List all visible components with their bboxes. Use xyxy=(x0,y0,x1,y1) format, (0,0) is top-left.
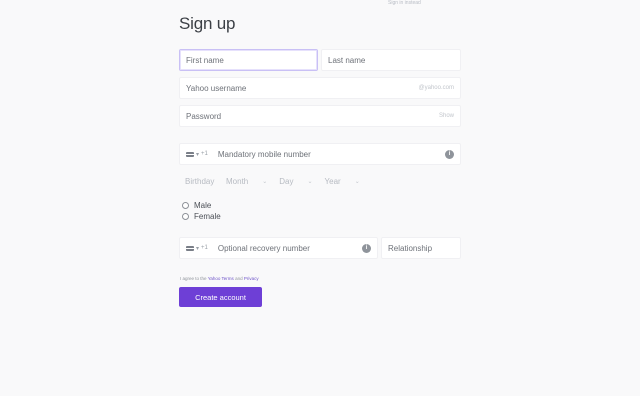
chevron-down-icon: ⌄ xyxy=(354,178,360,185)
country-code-selector[interactable]: ▾ +1 xyxy=(186,151,208,158)
terms-link[interactable]: Yahoo Terms xyxy=(208,276,234,281)
month-label: Month xyxy=(226,176,249,186)
recovery-country-code: +1 xyxy=(201,245,208,251)
recovery-number-placeholder: Optional recovery number xyxy=(217,243,310,253)
page-title: Sign up xyxy=(179,14,236,33)
birthday-row: Birthday Month ⌄ Day ⌄ Year ⌄ xyxy=(179,171,372,191)
terms-agreement: I agree to the Yahoo Terms and Privacy xyxy=(180,276,259,281)
agree-and: and xyxy=(235,276,243,281)
male-radio[interactable] xyxy=(182,202,189,209)
birthday-month-select[interactable]: Month ⌄ xyxy=(226,177,267,186)
password-placeholder: Password xyxy=(186,111,222,121)
chevron-down-icon: ⌄ xyxy=(262,178,268,185)
birthday-year-select[interactable]: Year ⌄ xyxy=(325,177,360,186)
info-icon[interactable]: i xyxy=(445,149,454,159)
relationship-field[interactable]: Relationship xyxy=(381,237,461,259)
last-name-field[interactable]: Last name xyxy=(321,49,461,71)
agree-prefix: I agree to the xyxy=(180,276,207,281)
relationship-placeholder: Relationship xyxy=(388,243,433,253)
flag-icon xyxy=(186,245,194,251)
username-placeholder: Yahoo username xyxy=(186,83,247,93)
chevron-down-icon: ▾ xyxy=(196,151,200,158)
female-label: Female xyxy=(194,212,221,221)
signup-page: Sign in instead Sign up First name Last … xyxy=(0,0,640,396)
mobile-number-placeholder: Mandatory mobile number xyxy=(217,149,311,159)
gender-male-option[interactable]: Male xyxy=(182,201,211,210)
recovery-number-field[interactable]: ▾ +1 Optional recovery number i xyxy=(179,237,378,259)
show-password-toggle[interactable]: Show xyxy=(439,113,454,119)
male-label: Male xyxy=(194,201,212,210)
sign-in-link[interactable]: Sign in instead xyxy=(388,0,462,6)
info-icon[interactable]: i xyxy=(362,243,371,253)
username-domain-suffix: @yahoo.com xyxy=(418,85,454,91)
mobile-country-code: +1 xyxy=(201,151,208,157)
first-name-field[interactable]: First name xyxy=(179,49,318,71)
female-radio[interactable] xyxy=(182,213,189,220)
first-name-placeholder: First name xyxy=(186,55,224,65)
last-name-placeholder: Last name xyxy=(328,55,366,65)
flag-icon xyxy=(186,151,194,157)
gender-female-option[interactable]: Female xyxy=(182,212,221,221)
password-field[interactable]: Password Show xyxy=(179,105,461,127)
chevron-down-icon: ⌄ xyxy=(307,178,313,185)
chevron-down-icon: ▾ xyxy=(196,245,200,252)
create-account-button[interactable]: Create account xyxy=(179,287,262,307)
birthday-label: Birthday xyxy=(185,176,215,186)
username-field[interactable]: Yahoo username @yahoo.com xyxy=(179,77,461,99)
year-label: Year xyxy=(324,176,341,186)
birthday-day-select[interactable]: Day ⌄ xyxy=(279,177,312,186)
mobile-number-field[interactable]: ▾ +1 Mandatory mobile number i xyxy=(179,143,461,165)
recovery-country-code-selector[interactable]: ▾ +1 xyxy=(186,245,208,252)
day-label: Day xyxy=(279,176,294,186)
privacy-link[interactable]: Privacy xyxy=(244,276,259,281)
